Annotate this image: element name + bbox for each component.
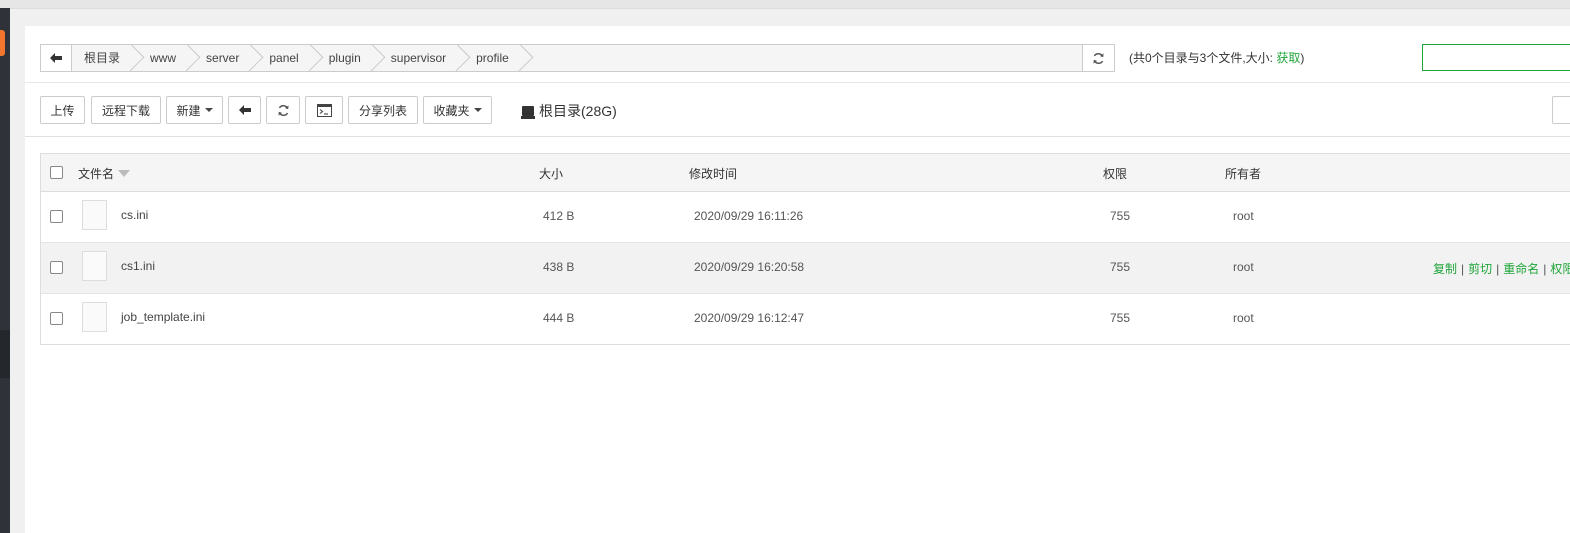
- file-mtime: 2020/09/29 16:12:47: [694, 311, 805, 325]
- file-icon: [82, 251, 107, 281]
- separator: |: [1496, 262, 1500, 276]
- hard-drive-icon: [521, 106, 535, 119]
- breadcrumb-item[interactable]: www: [132, 45, 188, 71]
- table-row[interactable]: job_template.ini 444 B 2020/09/29 16:12:…: [41, 294, 1570, 344]
- remote-download-button[interactable]: 远程下载: [91, 96, 161, 124]
- breadcrumb-item[interactable]: 根目录: [72, 45, 132, 71]
- file-size: 438 B: [543, 260, 575, 274]
- file-icon: [82, 200, 107, 230]
- row-checkbox[interactable]: [50, 210, 63, 223]
- remote-download-label: 远程下载: [101, 103, 150, 118]
- separator: |: [1543, 262, 1547, 276]
- path-bar: 根目录 www server panel plugin supervisor p…: [40, 44, 1115, 72]
- arrow-left-icon: [50, 53, 62, 63]
- path-refresh-button[interactable]: [1082, 44, 1115, 72]
- file-name[interactable]: cs1.ini: [121, 259, 155, 273]
- upload-button[interactable]: 上传: [40, 96, 85, 124]
- column-header-size[interactable]: 大小: [539, 165, 563, 182]
- file-owner[interactable]: root: [1233, 311, 1254, 325]
- get-size-link[interactable]: 获取: [1276, 51, 1300, 65]
- arrow-left-icon: [238, 105, 251, 115]
- row-checkbox[interactable]: [50, 312, 63, 325]
- breadcrumb-item[interactable]: panel: [251, 45, 310, 71]
- sort-icon: [118, 170, 131, 177]
- refresh-icon: [1093, 52, 1104, 64]
- search-input[interactable]: [1422, 44, 1570, 71]
- breadcrumb-item[interactable]: server: [188, 45, 251, 71]
- rename-link[interactable]: 重命名: [1503, 262, 1539, 276]
- sidebar-accent: [0, 30, 5, 56]
- new-button[interactable]: 新建: [166, 96, 223, 124]
- column-header-name[interactable]: 文件名: [78, 165, 131, 182]
- column-header-mtime[interactable]: 修改时间: [689, 165, 737, 182]
- column-header-name-label: 文件名: [78, 167, 115, 181]
- file-name[interactable]: job_template.ini: [121, 310, 205, 324]
- row-actions: 复制 | 剪切 | 重命名 | 权限: [1433, 260, 1570, 277]
- breadcrumb-item[interactable]: plugin: [311, 45, 373, 71]
- terminal-button[interactable]: [305, 96, 343, 124]
- column-header-owner[interactable]: 所有者: [1225, 165, 1261, 182]
- file-table: 文件名 大小 修改时间 权限 所有者 cs.ini 412 B 2020/09/…: [40, 153, 1570, 345]
- breadcrumb-item[interactable]: supervisor: [373, 45, 458, 71]
- back-button[interactable]: [228, 96, 261, 124]
- caret-down-icon: [204, 108, 213, 112]
- toolbar-right-button[interactable]: [1552, 96, 1570, 124]
- breadcrumb: 根目录 www server panel plugin supervisor p…: [72, 45, 521, 71]
- browser-top-strip: [0, 0, 1570, 9]
- new-label: 新建: [176, 103, 201, 118]
- file-permission[interactable]: 755: [1110, 311, 1130, 325]
- cut-link[interactable]: 剪切: [1468, 262, 1492, 276]
- separator: |: [1461, 262, 1465, 276]
- file-permission[interactable]: 755: [1110, 260, 1130, 274]
- disk-label: 根目录(28G): [539, 103, 617, 119]
- share-list-label: 分享列表: [358, 103, 407, 118]
- file-size: 412 B: [543, 209, 575, 223]
- table-header: 文件名 大小 修改时间 权限 所有者: [41, 154, 1570, 192]
- file-name[interactable]: cs.ini: [121, 208, 148, 222]
- upload-label: 上传: [50, 103, 75, 118]
- path-back-button[interactable]: [41, 45, 72, 71]
- divider: [25, 136, 1570, 137]
- share-list-button[interactable]: 分享列表: [348, 96, 418, 124]
- file-size: 444 B: [543, 311, 575, 325]
- file-owner[interactable]: root: [1233, 209, 1254, 223]
- select-all-checkbox[interactable]: [50, 166, 63, 179]
- favorites-label: 收藏夹: [433, 103, 470, 118]
- caret-down-icon: [473, 108, 482, 112]
- file-mtime: 2020/09/29 16:20:58: [694, 260, 805, 274]
- file-icon: [82, 302, 107, 332]
- refresh-icon: [277, 104, 289, 116]
- left-sidebar: [0, 8, 10, 533]
- directory-summary: (共0个目录与3个文件,大小: 获取): [1129, 49, 1304, 66]
- file-permission[interactable]: 755: [1110, 209, 1130, 223]
- favorites-button[interactable]: 收藏夹: [423, 96, 492, 124]
- permission-link[interactable]: 权限: [1550, 262, 1570, 276]
- sidebar-active-item[interactable]: [0, 330, 10, 378]
- table-row[interactable]: cs.ini 412 B 2020/09/29 16:11:26 755 roo…: [41, 192, 1570, 243]
- directory-summary-close: ): [1300, 51, 1305, 65]
- file-manager-panel: 根目录 www server panel plugin supervisor p…: [25, 26, 1570, 533]
- refresh-button[interactable]: [266, 96, 300, 124]
- breadcrumb-item[interactable]: profile: [458, 45, 521, 71]
- row-checkbox[interactable]: [50, 261, 63, 274]
- directory-summary-text: (共0个目录与3个文件,大小:: [1129, 51, 1277, 65]
- copy-link[interactable]: 复制: [1433, 262, 1457, 276]
- column-header-permission[interactable]: 权限: [1103, 165, 1127, 182]
- terminal-icon: [316, 103, 332, 117]
- file-owner[interactable]: root: [1233, 260, 1254, 274]
- divider: [25, 82, 1570, 83]
- file-mtime: 2020/09/29 16:11:26: [694, 209, 804, 223]
- table-row[interactable]: cs1.ini 438 B 2020/09/29 16:20:58 755 ro…: [41, 243, 1570, 294]
- disk-selector[interactable]: 根目录(28G): [521, 101, 617, 121]
